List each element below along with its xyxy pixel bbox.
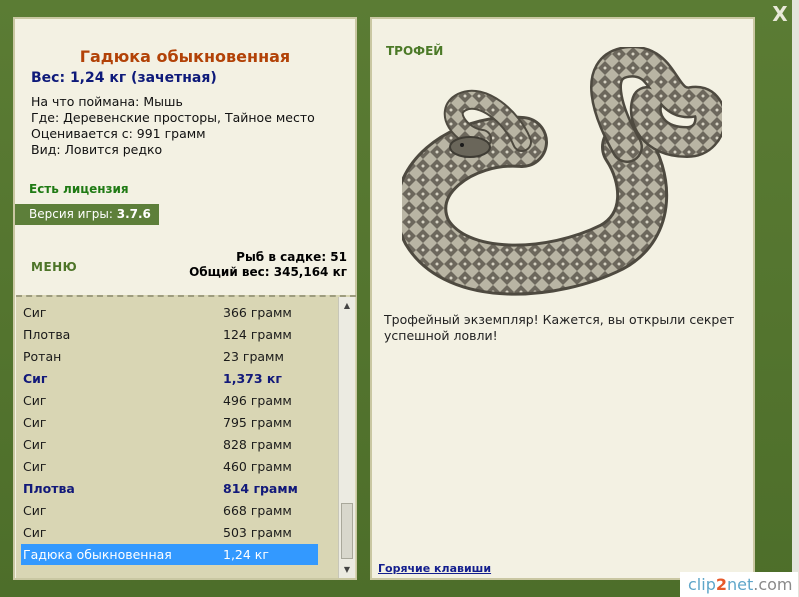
- catch-weight: 366 грамм: [223, 305, 292, 320]
- list-item[interactable]: Сиг 503 грамм: [21, 522, 321, 543]
- fish-count: Рыб в садке: 51: [236, 250, 347, 264]
- fish-weight: Вес: 1,24 кг (зачетная): [31, 70, 217, 86]
- version-label: Версия игры:: [29, 207, 113, 221]
- catch-name: Сиг: [23, 525, 47, 540]
- catch-name: Сиг: [23, 305, 47, 320]
- list-item[interactable]: Плотва 814 грамм: [21, 478, 321, 499]
- catch-name: Сиг: [23, 459, 47, 474]
- list-item[interactable]: Сиг 366 грамм: [21, 302, 321, 323]
- catch-weight: 503 грамм: [223, 525, 292, 540]
- version-value: 3.7.6: [116, 207, 151, 221]
- list-item[interactable]: Сиг 828 грамм: [21, 434, 321, 455]
- catch-list: Сиг 366 грамм Плотва 124 грамм Ротан 23 грамм…: [16, 295, 356, 578]
- list-item[interactable]: Сиг 668 грамм: [21, 500, 321, 521]
- catch-weight: 668 грамм: [223, 503, 292, 518]
- list-item[interactable]: Плотва 124 грамм: [21, 324, 321, 345]
- hotkeys-link[interactable]: Горячие клавиши: [378, 562, 491, 575]
- scroll-down-icon[interactable]: ▼: [339, 563, 355, 577]
- fish-info-panel: Гадюка обыкновенная Вес: 1,24 кг (зачетн…: [13, 17, 357, 580]
- license-status: Есть лицензия: [29, 182, 129, 196]
- catch-name: Гадюка обыкновенная: [23, 547, 172, 562]
- list-item[interactable]: Сиг 795 грамм: [21, 412, 321, 433]
- bait-info: На что поймана: Мышь: [31, 94, 183, 109]
- catch-name: Сиг: [23, 371, 48, 386]
- trophy-message: Трофейный экземпляр! Кажется, вы открыли…: [384, 312, 735, 343]
- catch-weight: 795 грамм: [223, 415, 292, 430]
- catch-weight: 1,24 кг: [223, 547, 269, 562]
- location-info: Где: Деревенские просторы, Тайное место: [31, 110, 315, 125]
- catch-weight: 1,373 кг: [223, 371, 282, 386]
- catch-name: Плотва: [23, 481, 75, 496]
- snake-image: [402, 47, 722, 296]
- window-edge: [792, 0, 799, 597]
- list-item-selected[interactable]: Гадюка обыкновенная 1,24 кг: [21, 544, 318, 565]
- catch-weight: 124 грамм: [223, 327, 292, 342]
- fish-title: Гадюка обыкновенная: [79, 47, 291, 66]
- clip2net-logo: clip2net.com: [680, 572, 798, 597]
- catch-name: Ротан: [23, 349, 62, 364]
- scroll-thumb[interactable]: [341, 503, 353, 559]
- valuation-info: Оценивается с: 991 грамм: [31, 126, 206, 141]
- version-bar: Версия игры: 3.7.6: [15, 204, 159, 225]
- catch-weight: 496 грамм: [223, 393, 292, 408]
- list-item[interactable]: Сиг 496 грамм: [21, 390, 321, 411]
- catch-weight: 814 грамм: [223, 481, 298, 496]
- list-item[interactable]: Ротан 23 грамм: [21, 346, 321, 367]
- catch-name: Сиг: [23, 415, 47, 430]
- close-button[interactable]: X: [768, 2, 792, 26]
- catch-name: Сиг: [23, 503, 47, 518]
- catch-weight: 23 грамм: [223, 349, 284, 364]
- catch-list-scrollbar[interactable]: ▲ ▼: [338, 297, 355, 578]
- catch-name: Плотва: [23, 327, 71, 342]
- total-weight: Общий вес: 345,164 кг: [189, 265, 347, 279]
- list-item[interactable]: Сиг 1,373 кг: [21, 368, 321, 389]
- catch-name: Сиг: [23, 437, 47, 452]
- list-item[interactable]: Сиг 460 грамм: [21, 456, 321, 477]
- menu-button[interactable]: МЕНЮ: [31, 260, 77, 274]
- species-info: Вид: Ловится редко: [31, 142, 163, 157]
- catch-name: Сиг: [23, 393, 47, 408]
- scroll-up-icon[interactable]: ▲: [339, 299, 355, 313]
- catch-weight: 828 грамм: [223, 437, 292, 452]
- cage-stats: Рыб в садке: 51 Общий вес: 345,164 кг: [189, 250, 347, 280]
- trophy-panel: ТРОФЕЙ Трофейный экземпляр! Кажется, вы …: [370, 17, 755, 580]
- catch-weight: 460 грамм: [223, 459, 292, 474]
